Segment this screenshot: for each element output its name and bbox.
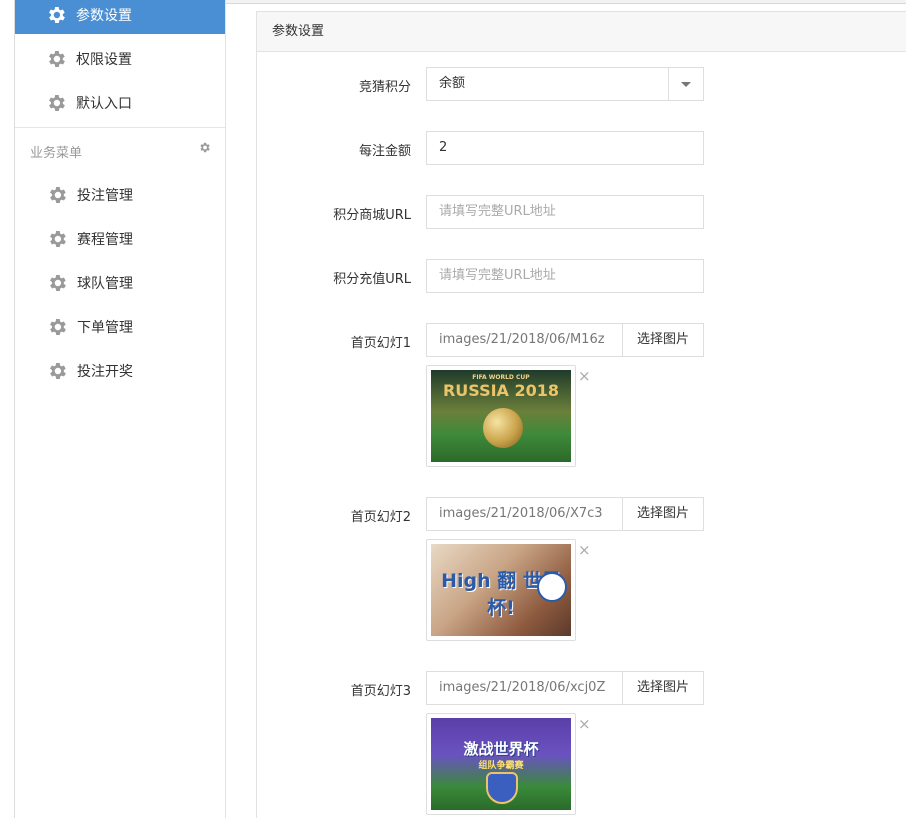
slide-1-subcaption: FIFA WORLD CUP xyxy=(472,374,530,381)
gear-icon xyxy=(46,272,68,294)
slide-1-remove-icon[interactable]: × xyxy=(578,367,591,385)
sidebar-divider xyxy=(15,127,225,128)
sidebar: 参数设置 权限设置 默认入口 业务菜单 投注管理 赛程管理 球队管理 下单管理 … xyxy=(15,0,226,818)
gear-icon xyxy=(45,48,67,70)
gear-icon xyxy=(45,4,67,26)
sidebar-item-schedule-management[interactable]: 赛程管理 xyxy=(15,220,225,258)
section-settings-icon[interactable] xyxy=(198,141,211,154)
guess-points-label: 竞猜积分 xyxy=(358,80,411,95)
left-gutter xyxy=(0,0,15,818)
soccer-ball-image xyxy=(483,408,523,448)
sidebar-item-params[interactable]: 参数设置 xyxy=(15,0,225,34)
mall-url-label: 积分商城URL xyxy=(333,208,411,223)
slide-1-caption: RUSSIA 2018 xyxy=(442,381,560,400)
slide-2-path-input[interactable]: images/21/2018/06/X7c3 xyxy=(426,497,623,531)
slide-3-choose-image-button[interactable]: 选择图片 xyxy=(622,671,704,705)
recharge-url-label: 积分充值URL xyxy=(333,272,411,287)
slide-3-thumbnail: 激战世界杯 组队争霸赛 xyxy=(426,713,576,815)
recharge-url-input[interactable]: 请填写完整URL地址 xyxy=(426,259,704,293)
slide-1-label: 首页幻灯1 xyxy=(350,336,411,351)
slide-3-label: 首页幻灯3 xyxy=(350,684,411,699)
sidebar-item-label: 赛程管理 xyxy=(77,232,133,248)
slide-3-subcaption: 组队争霸赛 xyxy=(478,761,524,771)
slide-2-thumbnail: High 翻 世界杯! xyxy=(426,539,576,641)
slide-1-choose-image-button[interactable]: 选择图片 xyxy=(622,323,704,357)
sidebar-item-order-management[interactable]: 下单管理 xyxy=(15,308,225,346)
slide-3-caption: 激战世界杯 xyxy=(463,740,539,758)
sidebar-item-permissions[interactable]: 权限设置 xyxy=(15,40,225,78)
gear-icon xyxy=(46,184,68,206)
sidebar-item-label: 投注开奖 xyxy=(77,364,133,380)
sidebar-item-label: 下单管理 xyxy=(77,320,133,336)
bet-amount-label: 每注金额 xyxy=(358,144,411,159)
soccer-ball-image xyxy=(537,572,567,602)
chevron-down-icon[interactable] xyxy=(668,68,703,100)
slide-3-remove-icon[interactable]: × xyxy=(578,715,591,733)
sidebar-item-label: 默认入口 xyxy=(76,96,132,112)
bet-amount-input[interactable]: 2 xyxy=(426,131,704,165)
gear-icon xyxy=(45,92,67,114)
slide-3-path-input[interactable]: images/21/2018/06/xcj0Z xyxy=(426,671,623,705)
slide-2-remove-icon[interactable]: × xyxy=(578,541,591,559)
gear-icon xyxy=(46,316,68,338)
slide-1-path-input[interactable]: images/21/2018/06/M16z xyxy=(426,323,623,357)
gear-icon xyxy=(46,228,68,250)
sidebar-item-label: 球队管理 xyxy=(77,276,133,292)
guess-points-select[interactable]: 余额 xyxy=(426,67,704,101)
gear-icon xyxy=(46,360,68,382)
sidebar-item-bet-management[interactable]: 投注管理 xyxy=(15,176,225,214)
sidebar-item-bet-draw[interactable]: 投注开奖 xyxy=(15,352,225,390)
shield-badge-image xyxy=(486,772,518,804)
sidebar-item-default-entry[interactable]: 默认入口 xyxy=(15,84,225,122)
sidebar-item-label: 投注管理 xyxy=(77,188,133,204)
sidebar-item-label: 权限设置 xyxy=(76,52,132,68)
sidebar-item-team-management[interactable]: 球队管理 xyxy=(15,264,225,302)
slide-1-thumbnail: FIFA WORLD CUP RUSSIA 2018 xyxy=(426,365,576,467)
slide-2-choose-image-button[interactable]: 选择图片 xyxy=(622,497,704,531)
slide-2-label: 首页幻灯2 xyxy=(350,510,411,525)
sidebar-section-title: 业务菜单 xyxy=(30,146,83,161)
mall-url-input[interactable]: 请填写完整URL地址 xyxy=(426,195,704,229)
guess-points-value: 余额 xyxy=(439,76,466,91)
sidebar-item-label: 参数设置 xyxy=(76,8,132,24)
panel-title: 参数设置 xyxy=(257,12,906,52)
